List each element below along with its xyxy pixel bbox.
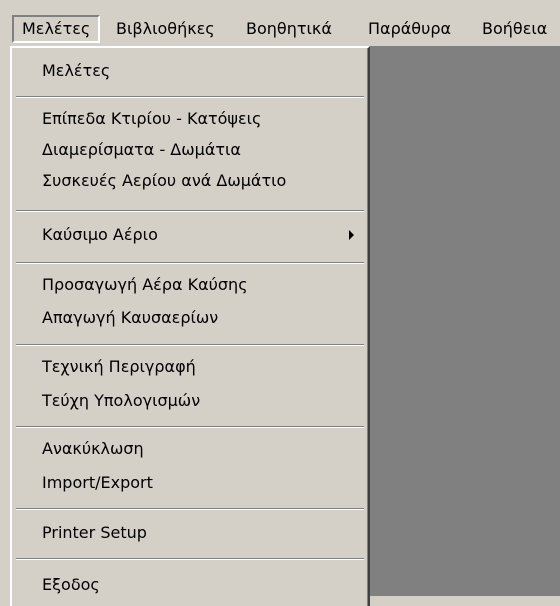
menu-item-diamerismata[interactable]: Διαμερίσματα - Δωμάτια — [12, 135, 368, 165]
menu-meletes[interactable]: Μελέτες — [12, 15, 101, 43]
menu-voithitika[interactable]: Βοηθητικά — [238, 15, 340, 43]
menu-item-kafsimo-aerio[interactable]: Καύσιμο Αέριο — [12, 220, 368, 250]
meletes-dropdown-menu: Μελέτες Επίπεδα Κτιρίου - Κατόψεις Διαμε… — [10, 46, 370, 606]
menu-item-label: Τεχνική Περιγραφή — [42, 357, 196, 376]
menu-item-label: Import/Export — [42, 473, 153, 492]
menu-item-label: Καύσιμο Αέριο — [42, 225, 158, 244]
menu-separator — [16, 344, 364, 346]
menu-bar: Μελέτες Βιβλιοθήκες Βοηθητικά Παράθυρα Β… — [0, 0, 560, 46]
menu-separator — [16, 426, 364, 428]
menu-separator — [16, 508, 364, 510]
menu-item-epipeda-ktiriou[interactable]: Επίπεδα Κτιρίου - Κατόψεις — [12, 104, 368, 134]
menu-item-label: Επίπεδα Κτιρίου - Κατόψεις — [42, 109, 262, 128]
workspace-area — [370, 46, 560, 596]
menu-item-tefchi-ypologismon[interactable]: Τεύχη Υπολογισμών — [12, 386, 368, 416]
menu-separator — [16, 558, 364, 560]
menu-separator — [16, 262, 364, 264]
menu-item-techniki-perigrafi[interactable]: Τεχνική Περιγραφή — [12, 352, 368, 382]
submenu-arrow-icon — [349, 230, 354, 240]
menu-item-apagogi-kafsaerion[interactable]: Απαγωγή Καυσαερίων — [12, 303, 368, 333]
menu-item-anakyklosi[interactable]: Ανακύκλωση — [12, 434, 368, 464]
menu-item-import-export[interactable]: Import/Export — [12, 468, 368, 498]
menu-item-label: Ανακύκλωση — [42, 439, 144, 458]
menu-item-syskeves-aeriou[interactable]: Συσκευές Αερίου ανά Δωμάτιο — [12, 166, 368, 196]
menu-item-label: Printer Setup — [42, 523, 147, 542]
menu-item-meletes[interactable]: Μελέτες — [12, 56, 368, 86]
menu-item-label: Μελέτες — [42, 61, 111, 80]
menu-parathyra[interactable]: Παράθυρα — [360, 15, 459, 43]
menu-item-prosagogi-aera[interactable]: Προσαγωγή Αέρα Καύσης — [12, 270, 368, 300]
menu-separator — [16, 96, 364, 98]
menu-voitheia[interactable]: Βοήθεια — [474, 15, 555, 43]
menu-item-label: Απαγωγή Καυσαερίων — [42, 308, 219, 327]
menu-item-label: Διαμερίσματα - Δωμάτια — [42, 140, 241, 159]
menu-separator — [16, 210, 364, 212]
menu-item-label: Συσκευές Αερίου ανά Δωμάτιο — [42, 171, 287, 190]
menu-item-printer-setup[interactable]: Printer Setup — [12, 518, 368, 548]
menu-vivliothikes[interactable]: Βιβλιοθήκες — [108, 15, 223, 43]
menu-item-label: Προσαγωγή Αέρα Καύσης — [42, 275, 248, 294]
menu-item-label: Τεύχη Υπολογισμών — [42, 391, 201, 410]
